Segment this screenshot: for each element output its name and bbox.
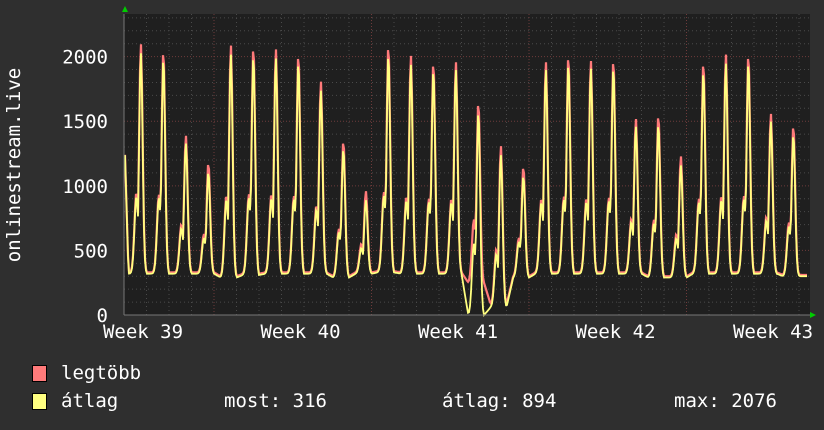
x-tick-label: Week 41	[418, 321, 498, 343]
x-tick-label: Week 40	[260, 321, 340, 343]
y-tick-label: 1500	[62, 111, 108, 133]
y-axis-label: onlinestream.live	[3, 68, 25, 262]
y-tick-label: 500	[74, 240, 108, 262]
y-axis-arrow-icon	[122, 6, 128, 12]
graph: 0 500 1000 1500 2000 Week 39 Week 40 Week 41 Wee…	[0, 0, 824, 430]
x-tick-label: Week 39	[103, 321, 183, 343]
chart: 0500100015002000Week 39 Week 40 Week 41 Wee…	[3, 6, 816, 343]
legend-avg: átlag	[32, 390, 118, 412]
legend-max-label: legtöbb	[61, 362, 142, 384]
legend-avg-label: átlag	[61, 390, 119, 412]
y-tick-label: 2000	[62, 47, 108, 69]
x-tick-label: Week 43	[733, 321, 813, 343]
x-axis-arrow-icon	[810, 312, 816, 318]
stat-now: most: 316	[224, 390, 327, 412]
stat-max: max: 2076	[674, 390, 777, 412]
max-swatch	[32, 364, 47, 382]
plot-background	[124, 14, 810, 315]
avg-swatch	[32, 392, 47, 410]
stat-avg: átlag: 894	[442, 390, 557, 412]
y-tick-label: 1000	[62, 176, 108, 198]
legend-max: legtöbb	[32, 362, 141, 384]
x-tick-label: Week 42	[575, 321, 655, 343]
